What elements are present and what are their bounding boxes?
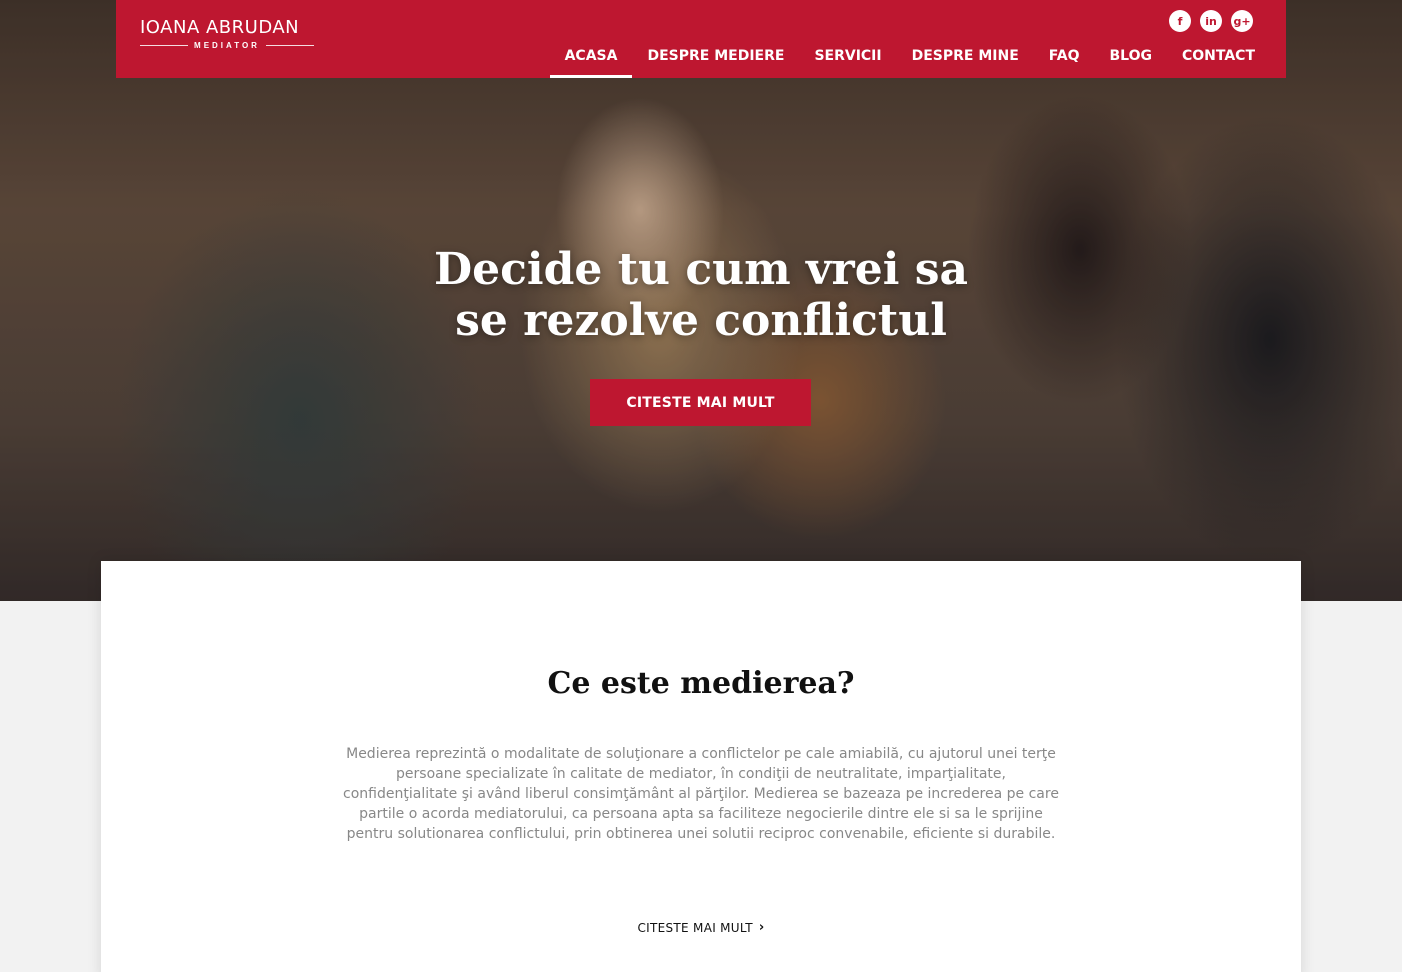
linkedin-icon[interactable]: in: [1200, 10, 1222, 32]
nav-item-servicii[interactable]: SERVICII: [799, 47, 896, 78]
intro-card: Ce este medierea? Medierea reprezintă o …: [101, 561, 1301, 972]
main-nav: ACASA DESPRE MEDIERE SERVICII DESPRE MIN…: [549, 47, 1270, 78]
hero-read-more-button[interactable]: CITESTE MAI MULT: [590, 379, 811, 426]
hero-title-line-2: se rezolve conflictul: [455, 295, 947, 346]
social-links: f in g+: [1169, 10, 1253, 32]
google-plus-icon[interactable]: g+: [1231, 10, 1253, 32]
logo-name: IOANA ABRUDAN: [140, 17, 300, 38]
logo-subtitle: MEDIATOR: [140, 41, 314, 50]
site-header: IOANA ABRUDAN MEDIATOR f in g+ ACASA DES…: [116, 0, 1286, 78]
logo-divider: [140, 45, 189, 46]
intro-read-more-label: CITESTE MAI MULT: [637, 920, 753, 935]
nav-item-faq[interactable]: FAQ: [1034, 47, 1095, 78]
nav-item-despre-mediere[interactable]: DESPRE MEDIERE: [632, 47, 799, 78]
chevron-right-icon: ›: [758, 920, 765, 935]
logo-divider: [265, 45, 314, 46]
site-logo[interactable]: IOANA ABRUDAN MEDIATOR: [140, 17, 314, 50]
nav-item-despre-mine[interactable]: DESPRE MINE: [897, 47, 1034, 78]
facebook-icon[interactable]: f: [1169, 10, 1191, 32]
intro-read-more-link[interactable]: CITESTE MAI MULT ›: [101, 920, 1301, 935]
nav-item-contact[interactable]: CONTACT: [1167, 47, 1270, 78]
logo-tagline: MEDIATOR: [194, 41, 260, 50]
nav-item-blog[interactable]: BLOG: [1094, 47, 1167, 78]
hero-title: Decide tu cum vrei sa se rezolve conflic…: [401, 244, 1001, 346]
nav-item-acasa[interactable]: ACASA: [549, 47, 633, 78]
intro-text: Medierea reprezintă o modalitate de solu…: [343, 746, 1059, 842]
intro-title: Ce este medierea?: [547, 666, 855, 701]
hero-title-line-1: Decide tu cum vrei sa: [433, 244, 969, 295]
